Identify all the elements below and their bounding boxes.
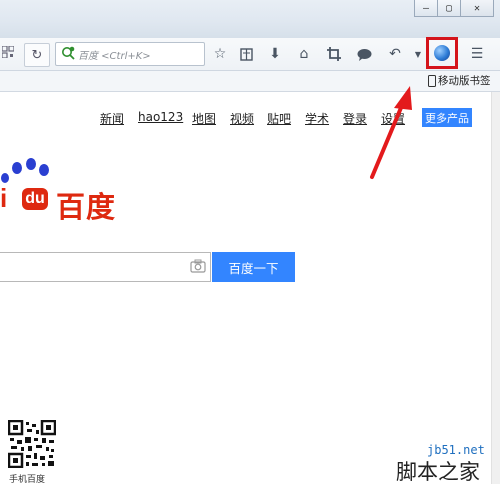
annotation-arrow xyxy=(370,86,412,179)
